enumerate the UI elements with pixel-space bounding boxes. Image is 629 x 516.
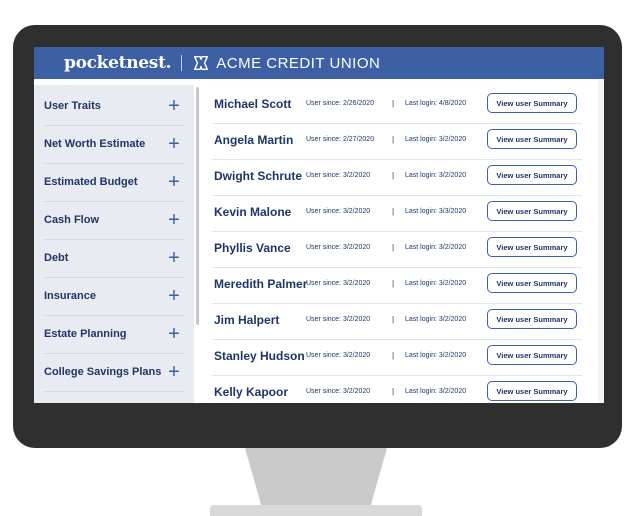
user-since: User since: 3/2/2020 — [306, 352, 371, 359]
view-user-summary-button[interactable]: View user Summary — [487, 93, 577, 113]
sidebar-item-label: Net Worth Estimate — [44, 138, 146, 150]
view-user-summary-button[interactable]: View user Summary — [487, 237, 577, 257]
user-name: Phyllis Vance — [214, 241, 291, 255]
user-row: Stanley Hudson User since: 3/2/2020 | La… — [212, 339, 582, 376]
sidebar-item-label: User Traits — [44, 100, 101, 112]
plus-icon[interactable]: + — [164, 362, 184, 382]
user-name: Jim Halpert — [214, 313, 280, 327]
user-row: Angela Martin User since: 2/27/2020 | La… — [212, 123, 582, 160]
last-login: Last login: 3/2/2020 — [405, 316, 467, 323]
user-since: User since: 3/2/2020 — [306, 388, 371, 395]
row-separator: | — [392, 243, 395, 252]
view-user-summary-button[interactable]: View user Summary — [487, 129, 577, 149]
last-login: Last login: 3/2/2020 — [405, 280, 467, 287]
view-user-summary-button[interactable]: View user Summary — [487, 273, 577, 293]
user-name: Michael Scott — [214, 97, 292, 111]
user-name: Dwight Schrute — [214, 169, 303, 183]
user-name: Kevin Malone — [214, 205, 292, 219]
row-separator: | — [392, 315, 395, 324]
last-login: Last login: 3/2/2020 — [405, 388, 467, 395]
header-divider — [181, 55, 183, 71]
monitor-stand — [245, 448, 387, 508]
last-login: Last login: 4/8/2020 — [405, 100, 467, 107]
sidebar-item-estate-planning[interactable]: Estate Planning + — [44, 315, 184, 354]
sidebar-item-label: College Savings Plans — [44, 366, 162, 378]
user-row: Jim Halpert User since: 3/2/2020 | Last … — [212, 303, 582, 340]
row-separator: | — [392, 387, 395, 396]
plus-icon[interactable]: + — [164, 324, 184, 344]
user-since: User since: 3/2/2020 — [306, 280, 371, 287]
last-login: Last login: 3/2/2020 — [405, 244, 467, 251]
plus-icon[interactable]: + — [164, 210, 184, 230]
user-since: User since: 3/2/2020 — [306, 172, 371, 179]
view-user-summary-button[interactable]: View user Summary — [487, 165, 577, 185]
row-separator: | — [392, 207, 395, 216]
plus-icon[interactable]: + — [164, 286, 184, 306]
monitor-stand-base — [210, 505, 422, 516]
user-row: Phyllis Vance User since: 3/2/2020 | Las… — [212, 231, 582, 268]
sidebar-item-debt[interactable]: Debt + — [44, 239, 184, 278]
sidebar-item-insurance[interactable]: Insurance + — [44, 277, 184, 316]
sidebar-item-user-traits[interactable]: User Traits + — [44, 87, 184, 126]
user-row: Meredith Palmer User since: 3/2/2020 | L… — [212, 267, 582, 304]
sidebar: User Traits + Net Worth Estimate + Estim… — [34, 85, 194, 403]
brand-logo[interactable]: pocketnest. — [64, 53, 172, 73]
last-login: Last login: 3/2/2020 — [405, 136, 467, 143]
user-name: Kelly Kapoor — [214, 385, 289, 399]
sidebar-item-label: Cash Flow — [44, 214, 100, 226]
user-since: User since: 2/27/2020 — [306, 136, 375, 143]
sidebar-item-cash-flow[interactable]: Cash Flow + — [44, 201, 184, 240]
last-login: Last login: 3/2/2020 — [405, 352, 467, 359]
user-name: Meredith Palmer — [214, 277, 308, 291]
sidebar-item-label: Estimated Budget — [44, 176, 138, 188]
user-row: Kevin Malone User since: 3/2/2020 | Last… — [212, 195, 582, 232]
right-scroll-area — [598, 79, 604, 403]
sidebar-item-label: Estate Planning — [44, 328, 127, 340]
row-separator: | — [392, 135, 395, 144]
plus-icon[interactable]: + — [164, 96, 184, 116]
view-user-summary-button[interactable]: View user Summary — [487, 309, 577, 329]
user-since: User since: 3/2/2020 — [306, 244, 371, 251]
credit-union-name: ACME CREDIT UNION — [216, 54, 381, 72]
sidebar-item-net-worth-estimate[interactable]: Net Worth Estimate + — [44, 125, 184, 164]
row-separator: | — [392, 351, 395, 360]
app-screen: pocketnest. ACME CREDIT UNION User Trait… — [34, 47, 604, 403]
app-header: pocketnest. ACME CREDIT UNION — [34, 47, 604, 79]
plus-icon[interactable]: + — [164, 134, 184, 154]
user-since: User since: 2/26/2020 — [306, 100, 375, 107]
sidebar-scrollbar[interactable] — [196, 87, 199, 325]
user-name: Stanley Hudson — [214, 349, 305, 363]
user-since: User since: 3/2/2020 — [306, 316, 371, 323]
plus-icon[interactable]: + — [164, 172, 184, 192]
sidebar-item-estimated-budget[interactable]: Estimated Budget + — [44, 163, 184, 202]
plus-icon[interactable]: + — [164, 248, 184, 268]
view-user-summary-button[interactable]: View user Summary — [487, 345, 577, 365]
user-name: Angela Martin — [214, 133, 294, 147]
sidebar-item-college-savings-plans[interactable]: College Savings Plans + — [44, 353, 184, 392]
view-user-summary-button[interactable]: View user Summary — [487, 381, 577, 401]
user-row: Dwight Schrute User since: 3/2/2020 | La… — [212, 159, 582, 196]
view-user-summary-button[interactable]: View user Summary — [487, 201, 577, 221]
last-login: Last login: 3/3/2020 — [405, 208, 467, 215]
sidebar-item-label: Insurance — [44, 290, 96, 302]
user-since: User since: 3/2/2020 — [306, 208, 371, 215]
user-list: Michael Scott User since: 2/26/2020 | La… — [202, 85, 604, 403]
credit-union-logo-icon — [194, 55, 209, 71]
user-row: Michael Scott User since: 2/26/2020 | La… — [212, 87, 582, 124]
sidebar-item-label: Debt — [44, 252, 69, 264]
row-separator: | — [392, 279, 395, 288]
row-separator: | — [392, 171, 395, 180]
last-login: Last login: 3/2/2020 — [405, 172, 467, 179]
row-separator: | — [392, 99, 395, 108]
user-row: Kelly Kapoor User since: 3/2/2020 | Last… — [212, 375, 582, 403]
